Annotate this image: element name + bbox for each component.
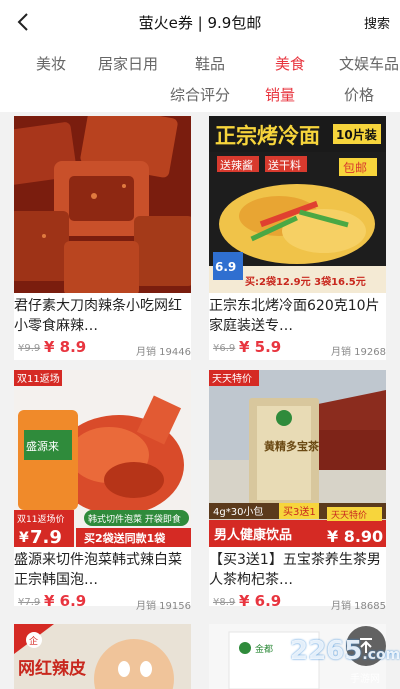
image-label: 金都: [255, 643, 273, 655]
monthly-sales: 月销 19446: [136, 347, 191, 358]
box-text: 黄精多宝茶: [264, 439, 320, 453]
tab-category-beauty[interactable]: 美妆: [36, 53, 66, 74]
price-line: ¥9.9 ¥ 8.9 月销 19446: [14, 336, 191, 360]
product-image: 正宗烤冷面 10片装 送辣酱 送干料 包邮 6.9 买:2袋12.9元 3袋16…: [209, 116, 386, 293]
category-tabs: 美妆 居家日用 鞋品 美食 文娱车品: [0, 44, 400, 80]
product-grid: 君仔素大刀肉辣条小吃网红小零食麻辣… ¥9.9 ¥ 8.9 月销 19446 正…: [0, 112, 400, 689]
current-price: ¥ 6.9: [239, 592, 282, 610]
buy-offer: 买3送1: [283, 505, 316, 518]
price-line: ¥7.9 ¥ 6.9 月销 19156: [14, 590, 191, 614]
pack-tag: 10片装: [336, 127, 377, 142]
slogan: 男人健康饮品: [214, 527, 292, 543]
product-name: 君仔素大刀肉辣条小吃网红小零食麻辣…: [14, 298, 182, 334]
current-price: ¥ 6.9: [44, 592, 87, 610]
price-line: ¥6.9 ¥ 5.9 月销 19268: [209, 336, 386, 360]
corner-tag: 双11返场: [17, 372, 60, 385]
watermark-logo: 2265.com: [290, 636, 400, 666]
product-name: 盛源来切件泡菜韩式辣白菜正宗韩国泡…: [14, 552, 182, 588]
monthly-sales: 月销 19156: [136, 601, 191, 612]
price-line: ¥8.9 ¥ 6.9 月销 18685: [209, 590, 386, 614]
product-card[interactable]: 天天特价 黄精多宝茶 4g*30小包 买3送1 男人健康饮品 天天特价 ¥ 8.…: [209, 370, 386, 612]
current-price: ¥ 5.9: [239, 338, 282, 356]
tab-category-home[interactable]: 居家日用: [98, 53, 158, 74]
offer-text: 买2袋送同款1袋: [84, 531, 166, 545]
big-price: ¥ 8.90: [327, 527, 383, 546]
image-label: 网红辣皮: [18, 658, 86, 679]
svg-text:企: 企: [29, 635, 38, 647]
product-image: 双11返场 盛源来 韩式切件泡菜 开袋即食 买2袋送同款1袋 双11返场价 ¥ …: [14, 370, 191, 547]
original-price: ¥8.9: [213, 597, 236, 608]
product-name: 【买3送1】五宝茶养生茶男人茶枸杞茶…: [209, 552, 381, 588]
original-price: ¥7.9: [18, 597, 41, 608]
product-card[interactable]: 正宗烤冷面 10片装 送辣酱 送干料 包邮 6.9 买:2袋12.9元 3袋16…: [209, 116, 386, 360]
product-card[interactable]: 双11返场 盛源来 韩式切件泡菜 开袋即食 买2袋送同款1袋 双11返场价 ¥ …: [14, 370, 191, 612]
page-title: 萤火e券 | 9.9包邮: [138, 13, 262, 32]
big-price: 7.9: [30, 527, 62, 547]
product-name: 正宗东北烤冷面620克10片家庭装送专…: [209, 298, 380, 334]
product-image: [14, 116, 191, 293]
search-button[interactable]: 搜索: [364, 13, 390, 32]
gift-seasoning-text: 送干料: [268, 158, 301, 172]
tab-category-shoes[interactable]: 鞋品: [195, 53, 225, 74]
price-tag: 6.9: [215, 260, 236, 274]
brand-name: 盛源来: [26, 439, 59, 453]
monthly-sales: 月销 18685: [331, 601, 386, 612]
pill-text: 韩式切件泡菜 开袋即食: [88, 513, 181, 525]
gift-sauce-text: 送辣酱: [220, 158, 253, 172]
tab-sort-price[interactable]: 价格: [344, 84, 374, 105]
sort-tabs: 综合评分 销量 价格: [0, 80, 400, 112]
tab-sort-sales[interactable]: 销量: [265, 84, 295, 105]
original-price: ¥9.9: [18, 343, 41, 354]
banner-text: 正宗烤冷面: [215, 124, 320, 148]
small-tag: 双11返场价: [17, 513, 64, 525]
back-button[interactable]: [10, 8, 38, 36]
product-card[interactable]: 君仔素大刀肉辣条小吃网红小零食麻辣… ¥9.9 ¥ 8.9 月销 19446: [14, 116, 191, 360]
header-bar: 萤火e券 | 9.9包邮 搜索: [0, 0, 400, 44]
product-image: 天天特价 黄精多宝茶 4g*30小包 买3送1 男人健康饮品 天天特价 ¥ 8.…: [209, 370, 386, 547]
day-tag: 天天特价: [331, 509, 367, 521]
current-price: ¥ 8.9: [44, 338, 87, 356]
monthly-sales: 月销 19268: [331, 347, 386, 358]
product-card[interactable]: 企 网红辣皮: [14, 624, 191, 689]
product-image: 企 网红辣皮: [14, 624, 191, 689]
chevron-left-icon: [17, 13, 28, 31]
svg-text:¥: ¥: [19, 530, 29, 546]
tab-category-food[interactable]: 美食: [275, 53, 305, 74]
promo-text: 买:2袋12.9元 3袋16.5元: [245, 275, 366, 288]
corner-tag: 天天特价: [212, 373, 252, 385]
tab-category-entertainment[interactable]: 文娱车品: [339, 53, 399, 74]
watermark-subtitle: 手游网: [350, 674, 380, 685]
original-price: ¥6.9: [213, 343, 236, 354]
tab-sort-rating[interactable]: 综合评分: [170, 84, 230, 105]
free-shipping-badge: 包邮: [343, 161, 367, 175]
pack-info: 4g*30小包: [213, 505, 263, 518]
